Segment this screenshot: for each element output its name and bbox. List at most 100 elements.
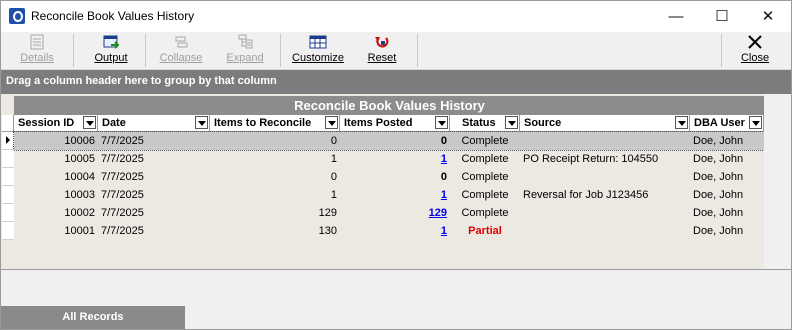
dba-user-cell: Doe, John <box>693 225 744 237</box>
app-icon <box>9 8 25 24</box>
session-id-cell: 10006 <box>64 135 95 147</box>
items-to-reconcile-cell: 0 <box>330 135 337 147</box>
customize-label: Customize <box>292 52 344 64</box>
table-row[interactable]: 10002 7/7/2025 129 129 Complete Doe, Joh… <box>14 204 764 222</box>
collapse-button[interactable]: Collapse <box>151 32 211 69</box>
source-cell: PO Receipt Return: 104550 <box>523 153 659 165</box>
grid-bottom-border <box>1 269 791 270</box>
filter-dropdown-icon[interactable] <box>505 116 518 129</box>
reset-label: Reset <box>367 52 397 64</box>
session-id-cell: 10005 <box>64 153 95 165</box>
expand-button[interactable]: Expand <box>215 32 275 69</box>
session-id-cell: 10004 <box>64 171 95 183</box>
tab-all-records[interactable]: All Records <box>1 306 185 329</box>
items-posted-cell: 0 <box>440 171 447 183</box>
column-header-label: Items Posted <box>344 117 413 129</box>
row-selector[interactable] <box>2 186 14 204</box>
column-header-status[interactable]: Status <box>450 115 520 132</box>
date-cell: 7/7/2025 <box>101 207 144 219</box>
table-row[interactable]: 10006 7/7/2025 0 0 Complete Doe, John <box>13 131 765 151</box>
column-header-label: Source <box>524 117 562 129</box>
session-id-cell: 10001 <box>64 225 95 237</box>
filter-dropdown-icon[interactable] <box>83 116 96 129</box>
toolbar-divider <box>721 34 722 67</box>
group-by-hint: Drag a column header here to group by th… <box>6 75 277 87</box>
session-id-cell: 10003 <box>64 189 95 201</box>
dba-user-cell: Doe, John <box>693 189 744 201</box>
collapse-icon <box>175 36 188 48</box>
row-selector[interactable] <box>2 132 14 150</box>
reset-icon <box>375 37 389 48</box>
app-window: Reconcile Book Values History — ☐ ✕ Deta… <box>0 0 792 330</box>
filter-dropdown-icon[interactable] <box>325 116 338 129</box>
data-grid: Reconcile Book Values History Session ID… <box>1 94 791 269</box>
close-icon <box>748 35 762 49</box>
row-selector-header <box>2 115 14 132</box>
dba-user-cell: Doe, John <box>693 153 744 165</box>
filter-dropdown-icon[interactable] <box>675 116 688 129</box>
details-button[interactable]: Details <box>5 32 69 69</box>
items-to-reconcile-cell: 1 <box>330 153 337 165</box>
row-selector[interactable] <box>2 168 14 186</box>
column-header-source[interactable]: Source <box>520 115 690 132</box>
window-title: Reconcile Book Values History <box>31 9 195 23</box>
column-header-items-to-reconcile[interactable]: Items to Reconcile <box>210 115 340 132</box>
table-row[interactable]: 10001 7/7/2025 130 1 Partial Doe, John <box>14 222 764 240</box>
session-id-cell: 10002 <box>64 207 95 219</box>
table-row[interactable]: 10005 7/7/2025 1 1 Complete PO Receipt R… <box>14 150 764 168</box>
status-cell: Complete <box>461 207 509 219</box>
items-posted-link[interactable]: 129 <box>429 207 447 219</box>
column-header-session-id[interactable]: Session ID <box>14 115 98 132</box>
items-posted-link[interactable]: 1 <box>441 153 447 165</box>
filter-dropdown-icon[interactable] <box>195 116 208 129</box>
close-label: Close <box>740 52 770 64</box>
items-to-reconcile-cell: 1 <box>330 189 337 201</box>
close-button[interactable]: Close <box>727 32 783 69</box>
date-cell: 7/7/2025 <box>101 135 144 147</box>
source-cell <box>520 204 690 222</box>
table-row[interactable]: 10004 7/7/2025 0 0 Complete Doe, John <box>14 168 764 186</box>
minimize-button[interactable]: — <box>653 1 699 32</box>
source-cell: Reversal for Job J123456 <box>523 189 649 201</box>
filter-dropdown-icon[interactable] <box>749 116 762 129</box>
output-label: Output <box>94 52 128 64</box>
toolbar-divider <box>145 34 146 67</box>
items-posted-link[interactable]: 1 <box>441 225 447 237</box>
maximize-button[interactable]: ☐ <box>699 1 745 32</box>
reset-button[interactable]: Reset <box>357 32 407 69</box>
source-cell <box>520 168 690 186</box>
table-row[interactable]: 10003 7/7/2025 1 1 Complete Reversal for… <box>14 186 764 204</box>
group-by-area[interactable]: Drag a column header here to group by th… <box>1 70 791 94</box>
date-cell: 7/7/2025 <box>101 189 144 201</box>
date-cell: 7/7/2025 <box>101 171 144 183</box>
toolbar: Details Output Collapse Expand Customize… <box>1 32 791 70</box>
expand-label: Expand <box>226 52 264 64</box>
dba-user-cell: Doe, John <box>693 171 744 183</box>
grid-margin <box>764 94 791 269</box>
source-cell <box>520 132 690 150</box>
row-selector[interactable] <box>2 222 14 240</box>
column-header-date[interactable]: Date <box>98 115 210 132</box>
expand-icon <box>238 34 253 49</box>
output-icon <box>103 35 120 49</box>
status-cell: Partial <box>468 225 502 237</box>
customize-grid-icon <box>309 35 327 49</box>
details-label: Details <box>20 52 54 64</box>
customize-button[interactable]: Customize <box>285 32 351 69</box>
items-posted-link[interactable]: 1 <box>441 189 447 201</box>
column-header-label: Items to Reconcile <box>214 117 312 129</box>
collapse-label: Collapse <box>159 52 203 64</box>
grid-title: Reconcile Book Values History <box>14 96 765 115</box>
column-header-dba-user[interactable]: DBA User <box>690 115 764 132</box>
row-selector[interactable] <box>2 150 14 168</box>
toolbar-divider <box>280 34 281 67</box>
column-header-label: Session ID <box>18 117 75 129</box>
close-window-button[interactable]: ✕ <box>745 1 791 32</box>
items-to-reconcile-cell: 0 <box>330 171 337 183</box>
date-cell: 7/7/2025 <box>101 225 144 237</box>
column-header-label: Date <box>102 117 126 129</box>
output-button[interactable]: Output <box>79 32 143 69</box>
column-header-items-posted[interactable]: Items Posted <box>340 115 450 132</box>
row-selector[interactable] <box>2 204 14 222</box>
filter-dropdown-icon[interactable] <box>435 116 448 129</box>
